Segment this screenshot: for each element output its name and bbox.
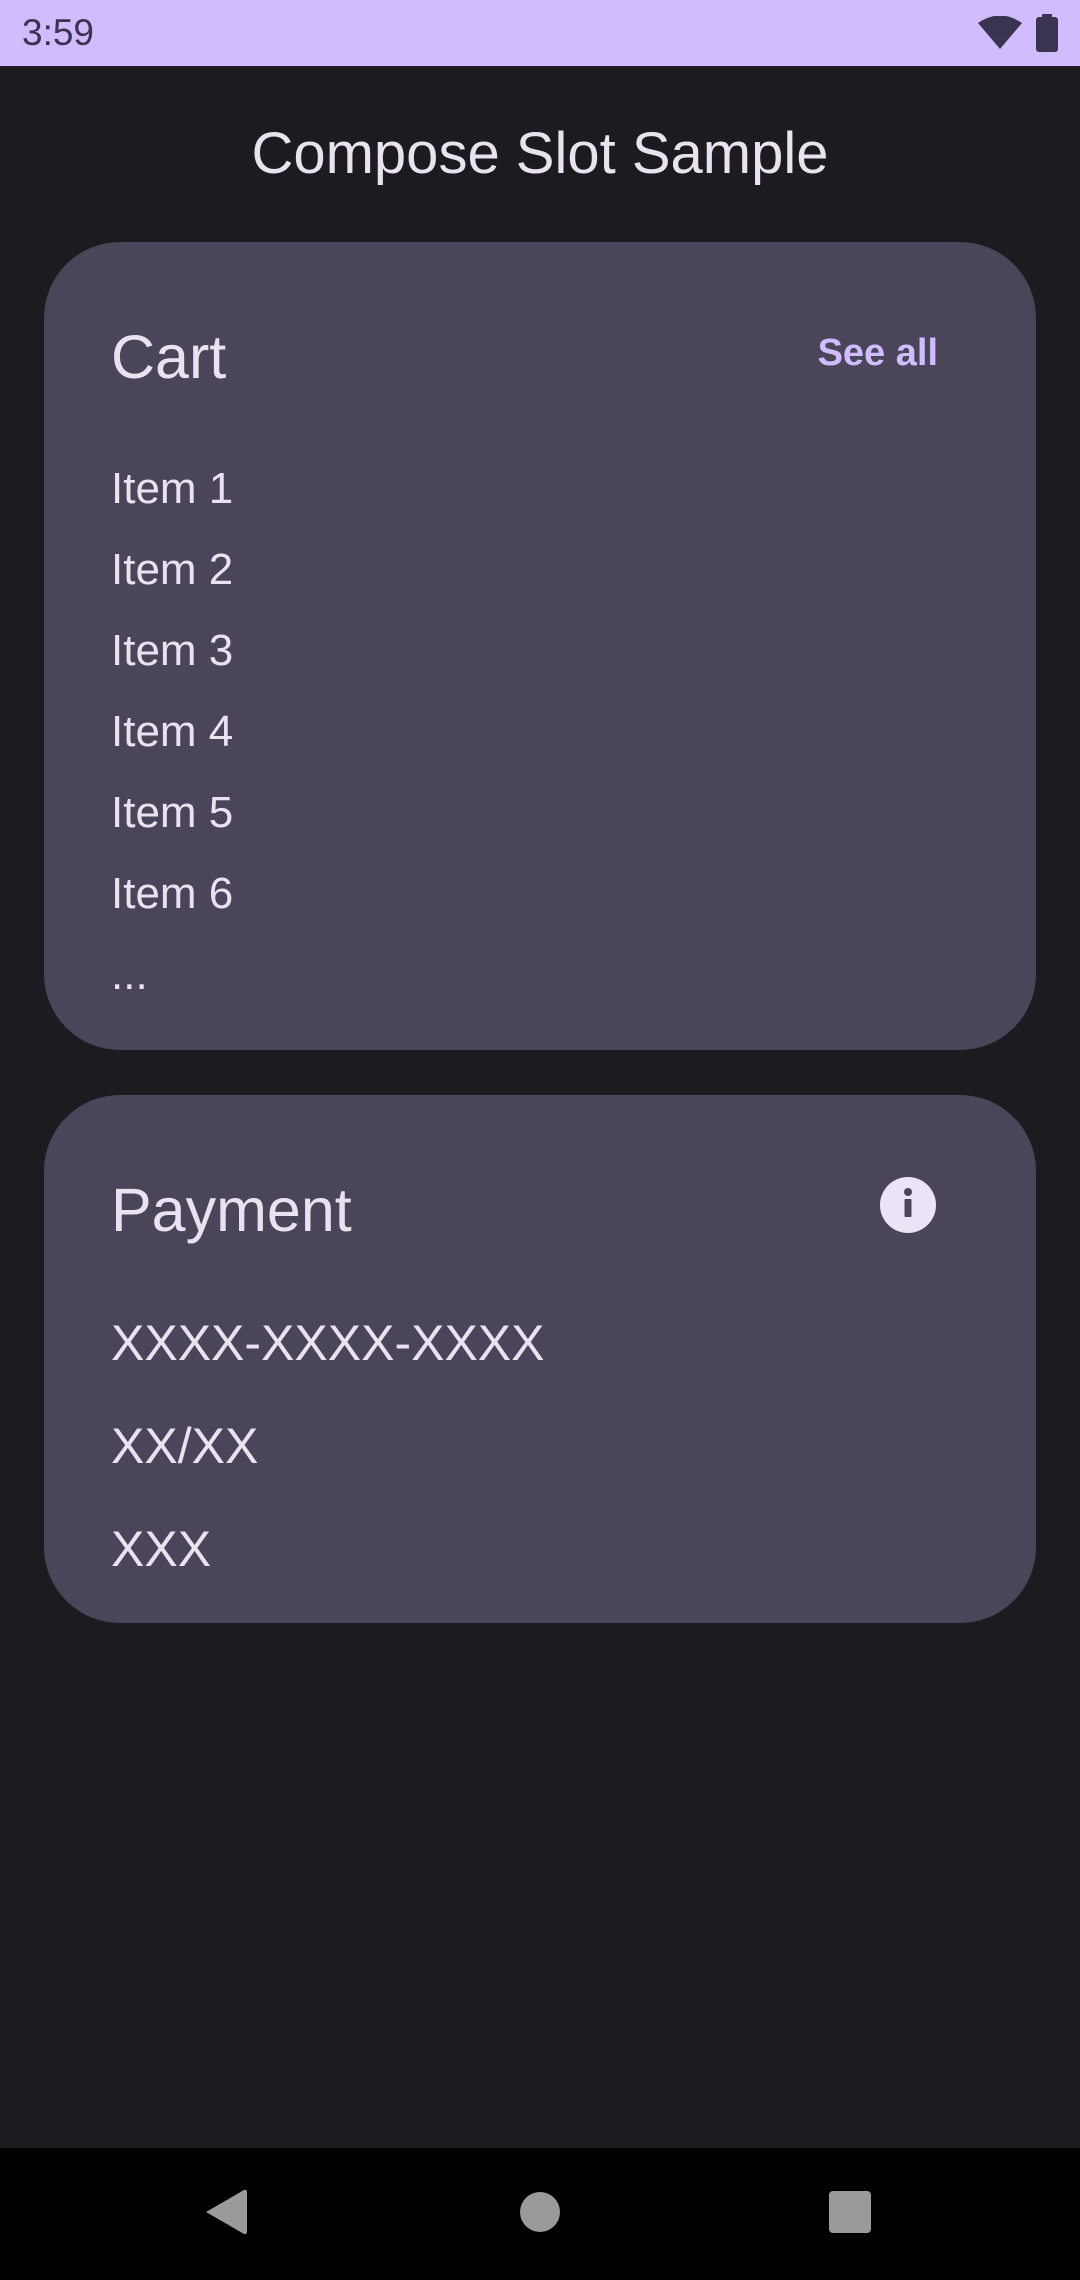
card-cvv: XXX — [111, 1521, 212, 1577]
card-expiry: XX/XX — [111, 1418, 259, 1474]
back-button[interactable] — [160, 2148, 292, 2280]
list-item: Item 2 — [111, 545, 234, 594]
recents-button[interactable] — [784, 2148, 916, 2280]
status-bar: 3:59 — [0, 0, 1080, 66]
info-button[interactable] — [880, 1177, 936, 1233]
cart-card: Cart See all Item 1 Item 2 Item 3 Item 4… — [44, 242, 1036, 1050]
list-item-ellipsis: ... — [111, 950, 148, 999]
payment-title: Payment — [111, 1176, 352, 1244]
back-icon — [204, 2188, 248, 2241]
info-icon — [880, 1175, 936, 1236]
navigation-bar — [0, 2148, 1080, 2280]
payment-details: XXXX-XXXX-XXXX XX/XX XXX — [111, 1315, 545, 1624]
cart-list: Item 1 Item 2 Item 3 Item 4 Item 5 Item … — [111, 464, 233, 1031]
cart-title: Cart — [111, 323, 227, 391]
page-title: Compose Slot Sample — [251, 121, 829, 186]
status-icons — [978, 14, 1058, 52]
home-icon — [519, 2191, 561, 2238]
battery-icon — [1036, 14, 1058, 52]
payment-card: Payment XXXX-XXXX-XXXX XX/XX XXX — [44, 1095, 1036, 1623]
home-button[interactable] — [474, 2148, 606, 2280]
recents-icon — [829, 2190, 871, 2238]
card-number: XXXX-XXXX-XXXX — [111, 1315, 545, 1371]
list-item: Item 3 — [111, 626, 234, 675]
see-all-button[interactable]: See all — [818, 332, 938, 375]
list-item: Item 5 — [111, 788, 234, 837]
list-item: Item 1 — [111, 464, 234, 513]
wifi-icon — [978, 16, 1022, 50]
screen: 3:59 Compose Slot Sample Cart See all It… — [0, 0, 1080, 2280]
list-item: Item 4 — [111, 707, 234, 756]
status-time: 3:59 — [22, 12, 95, 53]
list-item: Item 6 — [111, 869, 234, 918]
